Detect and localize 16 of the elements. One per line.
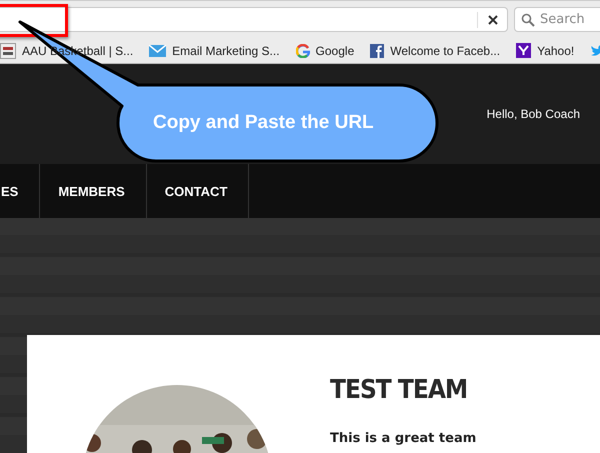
yahoo-icon bbox=[516, 43, 532, 58]
close-icon[interactable] bbox=[487, 14, 499, 26]
greeting-text: Hello, Bob Coach bbox=[486, 107, 580, 121]
bookmark-link[interactable]: Yahoo! bbox=[537, 44, 574, 58]
bookmark-link[interactable]: Welcome to Faceb... bbox=[390, 44, 500, 58]
search-field[interactable]: Search bbox=[514, 7, 600, 32]
search-icon bbox=[521, 12, 535, 26]
team-description: This is a great team bbox=[330, 431, 476, 446]
bookmark-link[interactable]: Google bbox=[316, 44, 354, 58]
team-title: TEST TEAM bbox=[330, 375, 468, 405]
envelope-icon bbox=[149, 44, 166, 56]
bookmark-link[interactable]: Email Marketing S... bbox=[172, 44, 280, 58]
facebook-icon bbox=[370, 44, 384, 58]
google-icon bbox=[296, 44, 310, 58]
callout-text: Copy and Paste the URL bbox=[153, 112, 374, 134]
address-field[interactable] bbox=[0, 7, 508, 32]
